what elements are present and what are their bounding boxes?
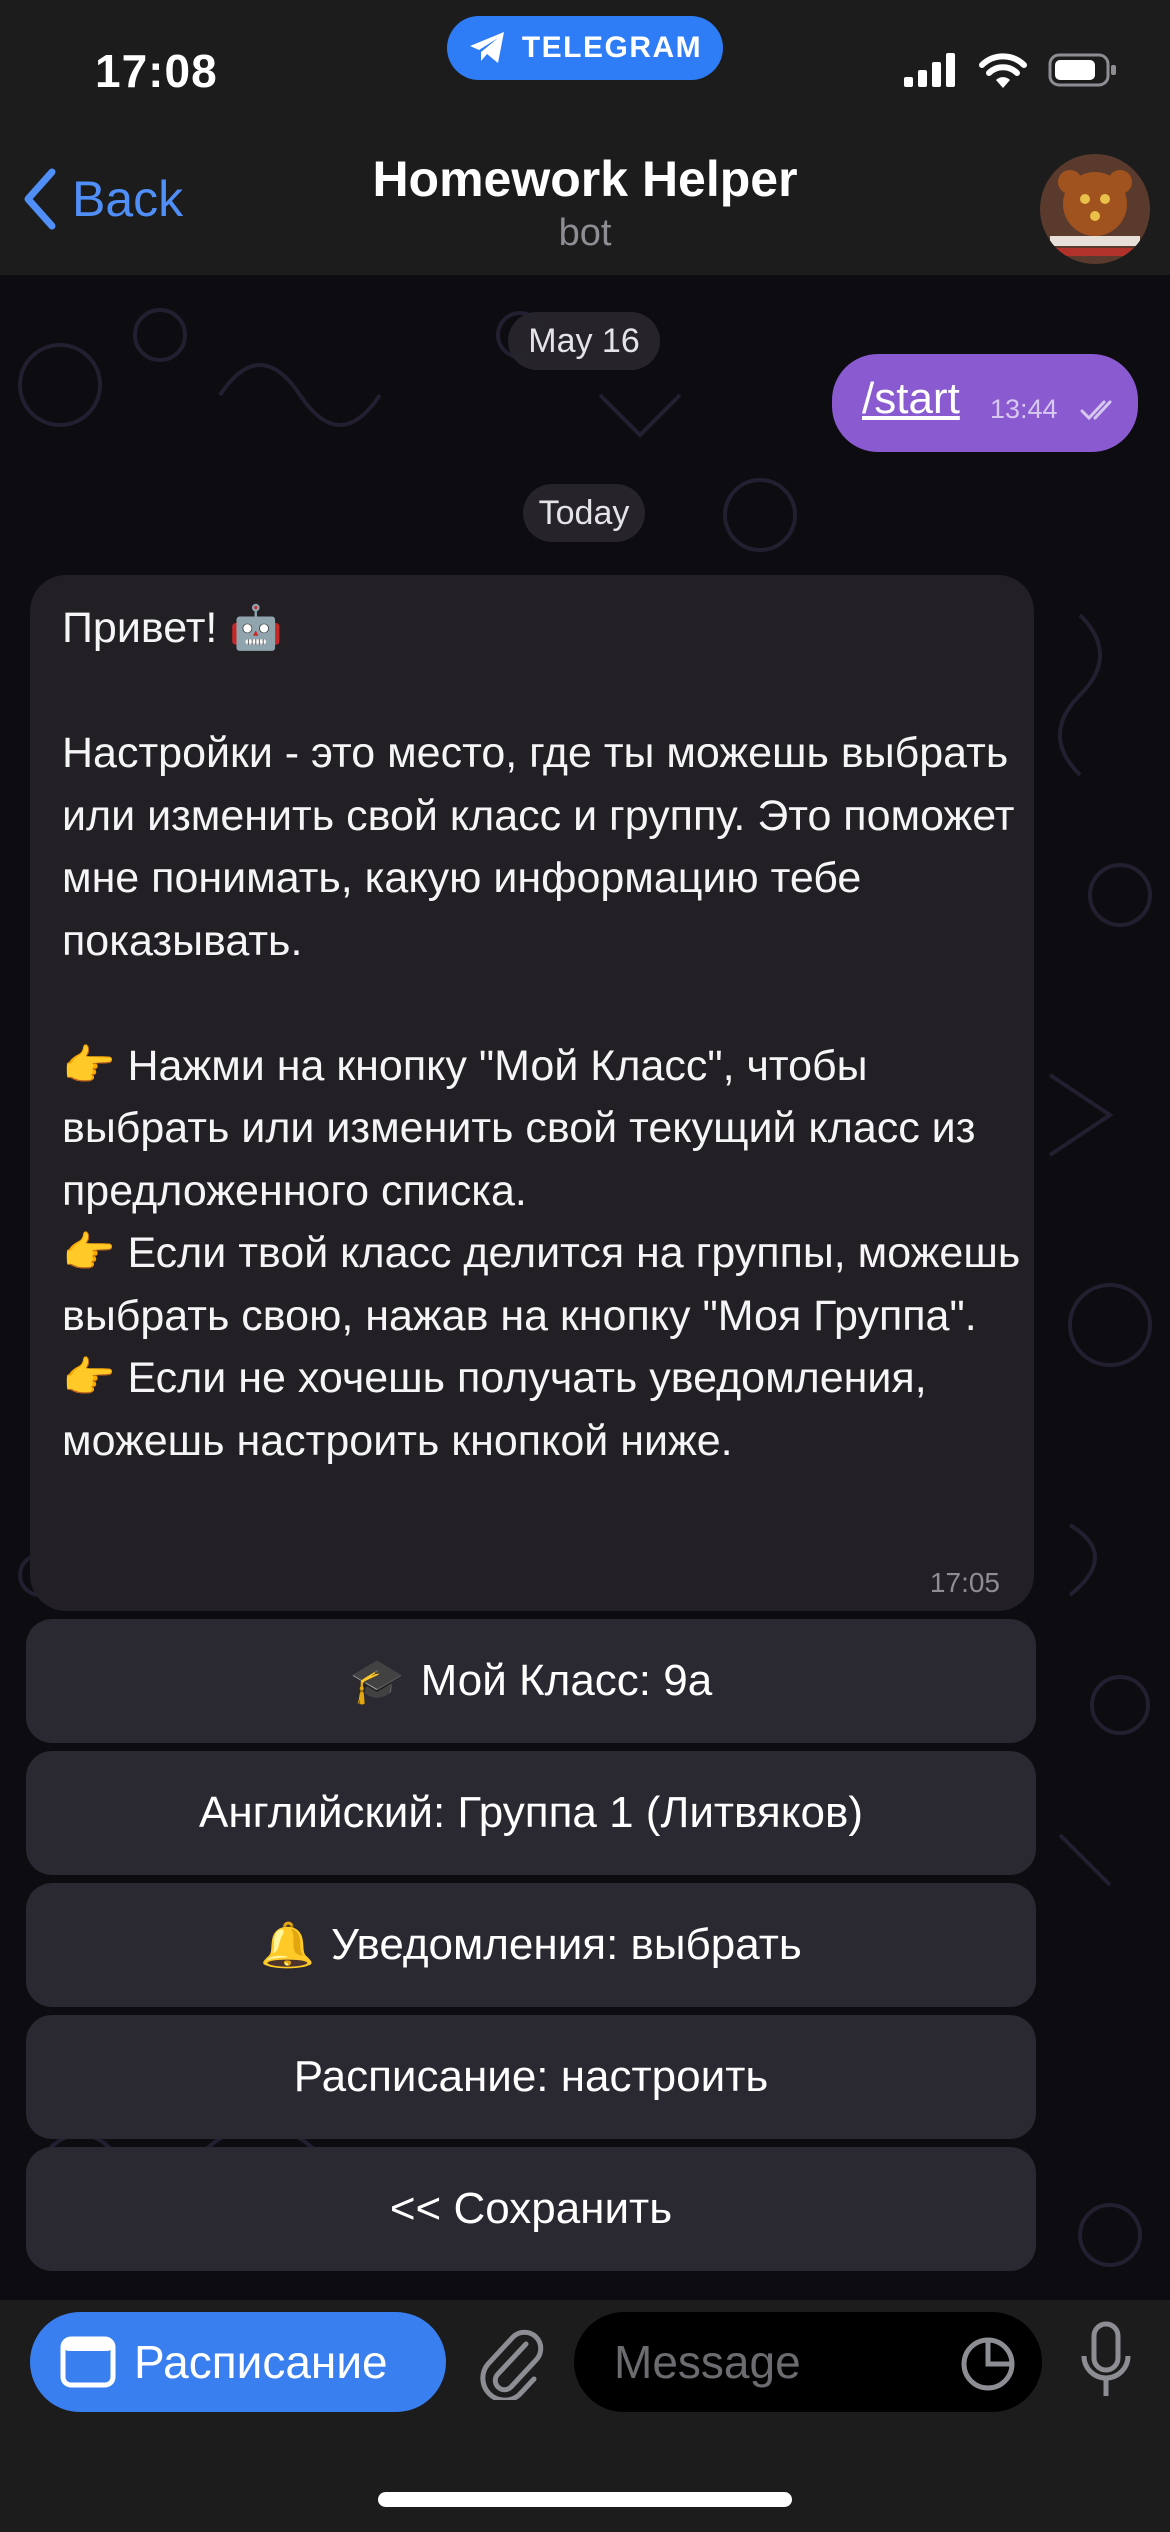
inline-button-label: Мой Класс: 9а [420,1656,713,1705]
inline-button-label: Уведомления: выбрать [330,1920,802,1969]
telegram-icon [469,32,504,63]
inline-button-label: << Сохранить [389,2184,673,2233]
top-bar: 17:08 TELEGRAM Back Homework Helper bot [0,0,1170,275]
back-button[interactable]: Back [22,168,183,230]
date-separator: Today [523,484,645,542]
graduation-cap-icon: 🎓 [349,1657,405,1706]
inline-button-schedule[interactable]: Расписание: настроить [26,2015,1036,2139]
incoming-message[interactable]: Привет! 🤖 Настройки - это место, где ты … [30,575,1034,1611]
inline-button-english-group[interactable]: Английский: Группа 1 (Литвяков) [26,1751,1036,1875]
date-separator: May 16 [508,312,660,370]
paperclip-icon[interactable] [476,2324,546,2400]
chat-title: Homework Helper [372,151,798,207]
bot-menu-label: Расписание [134,2336,388,2388]
bell-icon: 🔔 [260,1921,315,1970]
chat-area[interactable]: May 16 /start 13:44 Today Привет! 🤖 Наст… [0,275,1170,2300]
source-app-label: TELEGRAM [521,31,703,64]
command-link[interactable]: /start [862,374,960,424]
message-input[interactable] [614,2334,914,2390]
chat-header[interactable]: Homework Helper bot [300,150,870,255]
avatar[interactable] [1040,154,1150,264]
status-time: 17:08 [95,45,218,97]
inline-button-notifications[interactable]: 🔔 Уведомления: выбрать [26,1883,1036,2007]
status-icons [904,52,1118,88]
message-field[interactable] [574,2312,1042,2412]
inline-button-label: Расписание: настроить [293,2052,769,2101]
message-time: 13:44 [990,394,1058,424]
chevron-left-icon [24,168,56,230]
back-label: Back [72,171,184,227]
message-text: Привет! 🤖 Настройки - это место, где ты … [62,604,1021,1465]
message-time: 17:05 [929,1567,1000,1598]
double-check-icon [1080,400,1112,421]
home-indicator[interactable] [378,2492,792,2507]
outgoing-message[interactable]: /start 13:44 [832,354,1138,452]
inline-button-save[interactable]: << Сохранить [26,2147,1036,2271]
window-icon [60,2336,116,2388]
back-to-app-pill[interactable]: TELEGRAM [447,16,723,80]
inline-button-label: Английский: Группа 1 (Литвяков) [199,1788,863,1837]
bot-menu-button[interactable]: Расписание [30,2312,446,2412]
battery-icon [1048,53,1116,87]
inline-button-my-class[interactable]: 🎓 Мой Класс: 9а [26,1619,1036,1743]
chat-subtitle: bot [558,212,612,254]
wifi-icon [979,53,1027,88]
microphone-icon[interactable] [1078,2320,1134,2404]
signal-icon [904,53,955,87]
sticker-icon[interactable] [960,2336,1016,2392]
